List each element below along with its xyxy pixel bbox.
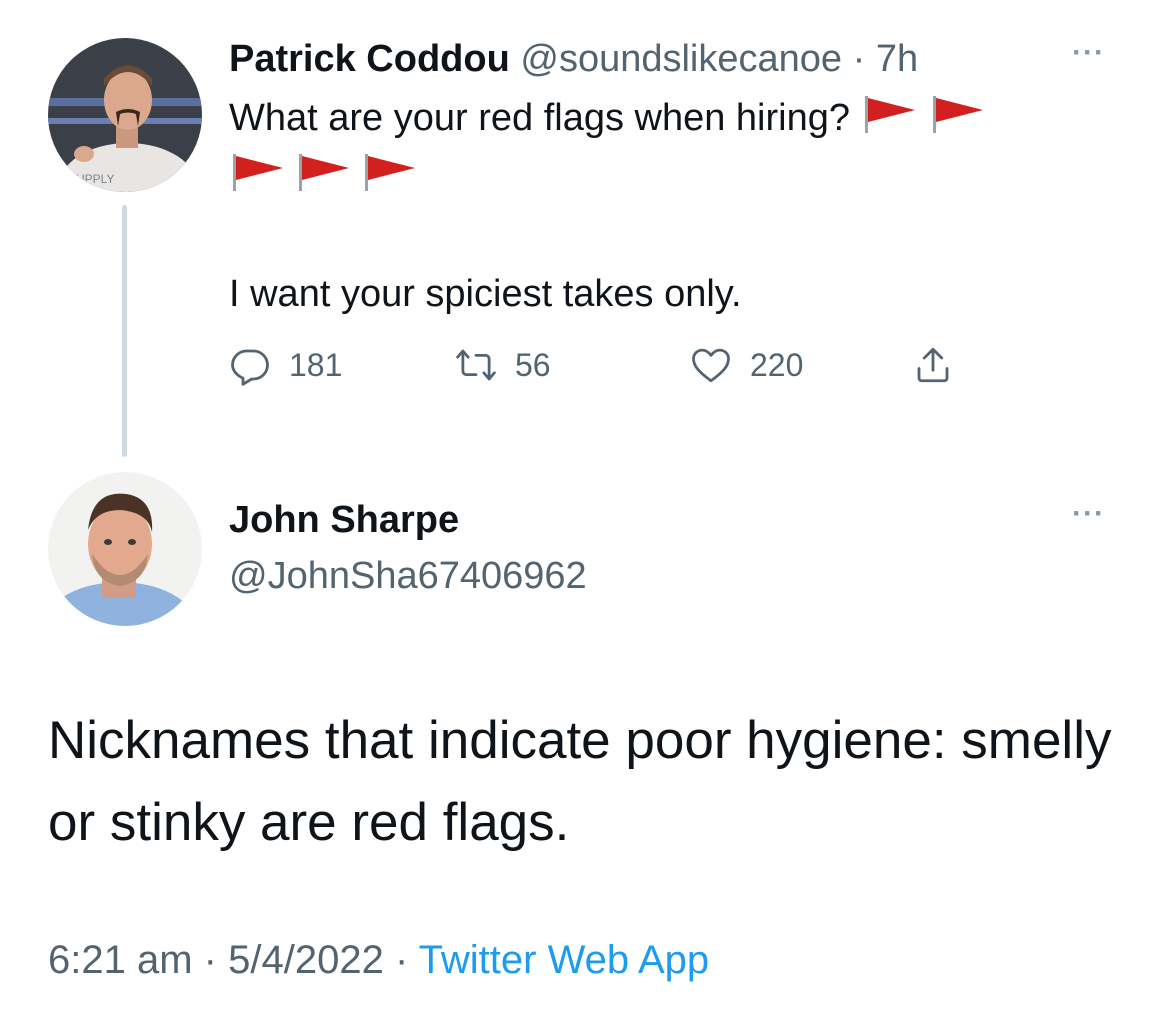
avatar-shirt-text: SUPPLY	[68, 172, 114, 186]
retweet-count: 56	[515, 346, 551, 383]
reply-count: 181	[289, 346, 343, 383]
tweet-time-ago[interactable]: 7h	[876, 38, 918, 80]
red-flag-icon	[295, 152, 353, 192]
original-tweet-text: What are your red flags when hiring?	[229, 94, 1109, 142]
avatar-image	[48, 472, 202, 626]
tweet-text-line1: What are your red flags when hiring?	[229, 97, 850, 139]
tweet-time[interactable]: 6:21 am	[48, 938, 193, 982]
more-options-icon[interactable]: ···	[1072, 36, 1105, 70]
reply-button[interactable]: 181	[229, 340, 342, 390]
retweet-button[interactable]: 56	[455, 340, 551, 390]
separator-dot: ·	[203, 938, 217, 982]
retweet-icon	[456, 349, 496, 381]
share-button[interactable]	[912, 340, 954, 390]
reply-tweet-text: Nicknames that indicate poor hygiene: sm…	[48, 711, 1112, 852]
tweet-source-link[interactable]: Twitter Web App	[419, 938, 710, 982]
share-icon	[917, 347, 949, 383]
red-flags-row	[229, 152, 419, 200]
author-name[interactable]: Patrick Coddou	[229, 38, 510, 80]
like-button[interactable]: 220	[690, 340, 803, 390]
separator-dot: ·	[852, 38, 866, 80]
red-flag-icon	[229, 152, 287, 192]
reply-icon	[231, 349, 269, 386]
like-count: 220	[750, 346, 804, 383]
original-tweet-header: Patrick Coddou @soundslikecanoe · 7h	[229, 36, 918, 82]
red-flag-icon	[361, 152, 419, 192]
red-flag-icon	[929, 94, 987, 134]
tweet-metadata: 6:21 am · 5/4/2022 · Twitter Web App	[48, 932, 709, 988]
tweet-date[interactable]: 5/4/2022	[228, 938, 384, 982]
heart-icon	[692, 348, 730, 383]
tweet-text-line2: I want your spiciest takes only.	[229, 273, 742, 315]
avatar-image: SUPPLY	[48, 38, 202, 192]
more-options-icon[interactable]: ···	[1072, 497, 1105, 531]
avatar-patrick-coddou[interactable]: SUPPLY	[48, 38, 202, 192]
avatar-john-sharpe[interactable]	[48, 472, 202, 626]
red-flag-icon	[861, 94, 919, 134]
reply-author-name[interactable]: John Sharpe	[229, 497, 459, 543]
reply-author-handle[interactable]: @JohnSha67406962	[229, 553, 587, 599]
author-handle[interactable]: @soundslikecanoe	[520, 38, 842, 80]
thread-connector-line	[122, 205, 127, 457]
separator-dot: ·	[394, 938, 409, 982]
